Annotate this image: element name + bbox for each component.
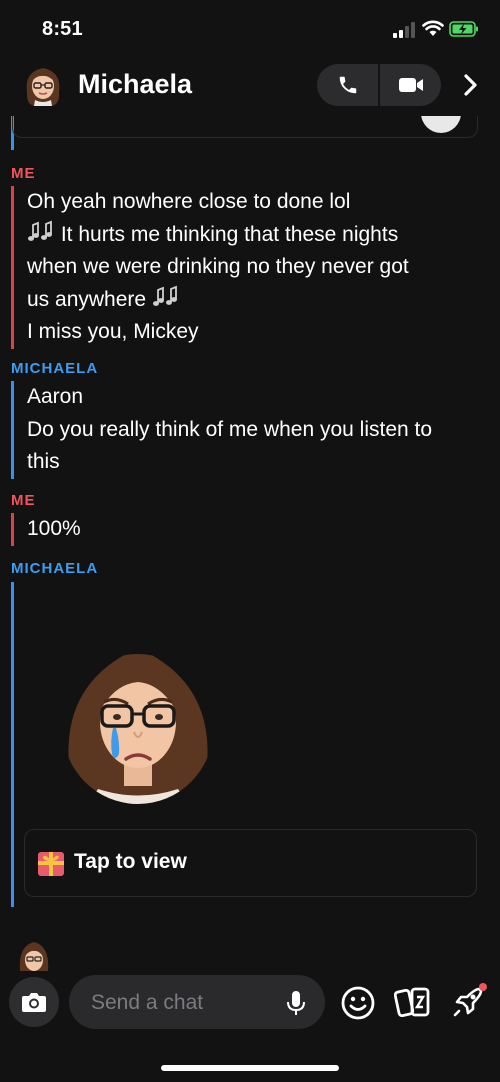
message-line: when we were drinking no they never got: [27, 255, 409, 278]
music-notes-icon: [28, 220, 52, 241]
message-line: Oh yeah nowhere close to done lol: [27, 190, 351, 213]
music-notes-icon: [152, 285, 177, 306]
chevron-right-icon: [464, 74, 477, 96]
chat-input[interactable]: [89, 975, 283, 1031]
message-group: Oh yeah nowhere close to done lol It hur…: [11, 186, 489, 349]
signal-icon: [393, 22, 415, 38]
typing-avatar: [19, 942, 49, 971]
contact-avatar[interactable]: [20, 62, 66, 108]
sender-label: MICHAELA: [11, 360, 99, 377]
message-text: It hurts me thinking that these nights: [55, 222, 399, 246]
video-icon: [398, 78, 423, 92]
tap-to-view-label: Tap to view: [74, 850, 187, 873]
voice-call-button[interactable]: [317, 64, 378, 106]
message-group: 100%: [11, 513, 489, 546]
cards-icon[interactable]: [394, 985, 432, 1021]
previous-message-circle: [421, 116, 461, 133]
wifi-icon: [422, 20, 444, 36]
call-controls: [317, 64, 441, 106]
message-line: us anywhere: [27, 284, 489, 317]
composer-bar: [0, 971, 500, 1082]
message-group: Aaron Do you really think of me when you…: [11, 381, 489, 479]
sender-label: MICHAELA: [11, 560, 99, 577]
chat-input-pill: [69, 975, 325, 1031]
snap-card[interactable]: Tap to view: [24, 829, 477, 897]
rocket-icon[interactable]: [449, 981, 489, 1021]
status-time: 8:51: [42, 18, 83, 40]
camera-button[interactable]: [9, 977, 59, 1027]
message-line: Do you really think of me when you liste…: [27, 417, 433, 441]
emoji-icon[interactable]: [340, 985, 376, 1021]
phone-icon: [339, 76, 356, 94]
chat-thread: ME Oh yeah nowhere close to done lol It …: [0, 116, 500, 971]
message-line: I miss you, Mickey: [27, 320, 199, 343]
mic-icon[interactable]: [285, 989, 307, 1017]
bitmoji-sticker[interactable]: [58, 624, 218, 804]
sender-label: ME: [11, 165, 36, 182]
status-bar: 8:51: [0, 0, 500, 56]
chat-header: Michaela: [0, 56, 500, 116]
message-line: 100%: [27, 517, 81, 540]
camera-icon: [22, 993, 46, 1012]
sender-label: ME: [11, 492, 36, 509]
message-bar: [11, 582, 14, 907]
message-line: this: [27, 450, 60, 473]
contact-name[interactable]: Michaela: [78, 69, 192, 100]
more-button[interactable]: [454, 66, 488, 104]
battery-charging-icon: [449, 21, 478, 37]
message-line: It hurts me thinking that these nights: [27, 219, 489, 252]
home-indicator: [161, 1065, 339, 1071]
video-call-button[interactable]: [380, 64, 441, 106]
message-text: us anywhere: [27, 287, 152, 311]
previous-message-card[interactable]: [12, 116, 478, 138]
gift-icon: [38, 852, 64, 876]
message-line: Aaron: [27, 385, 84, 408]
